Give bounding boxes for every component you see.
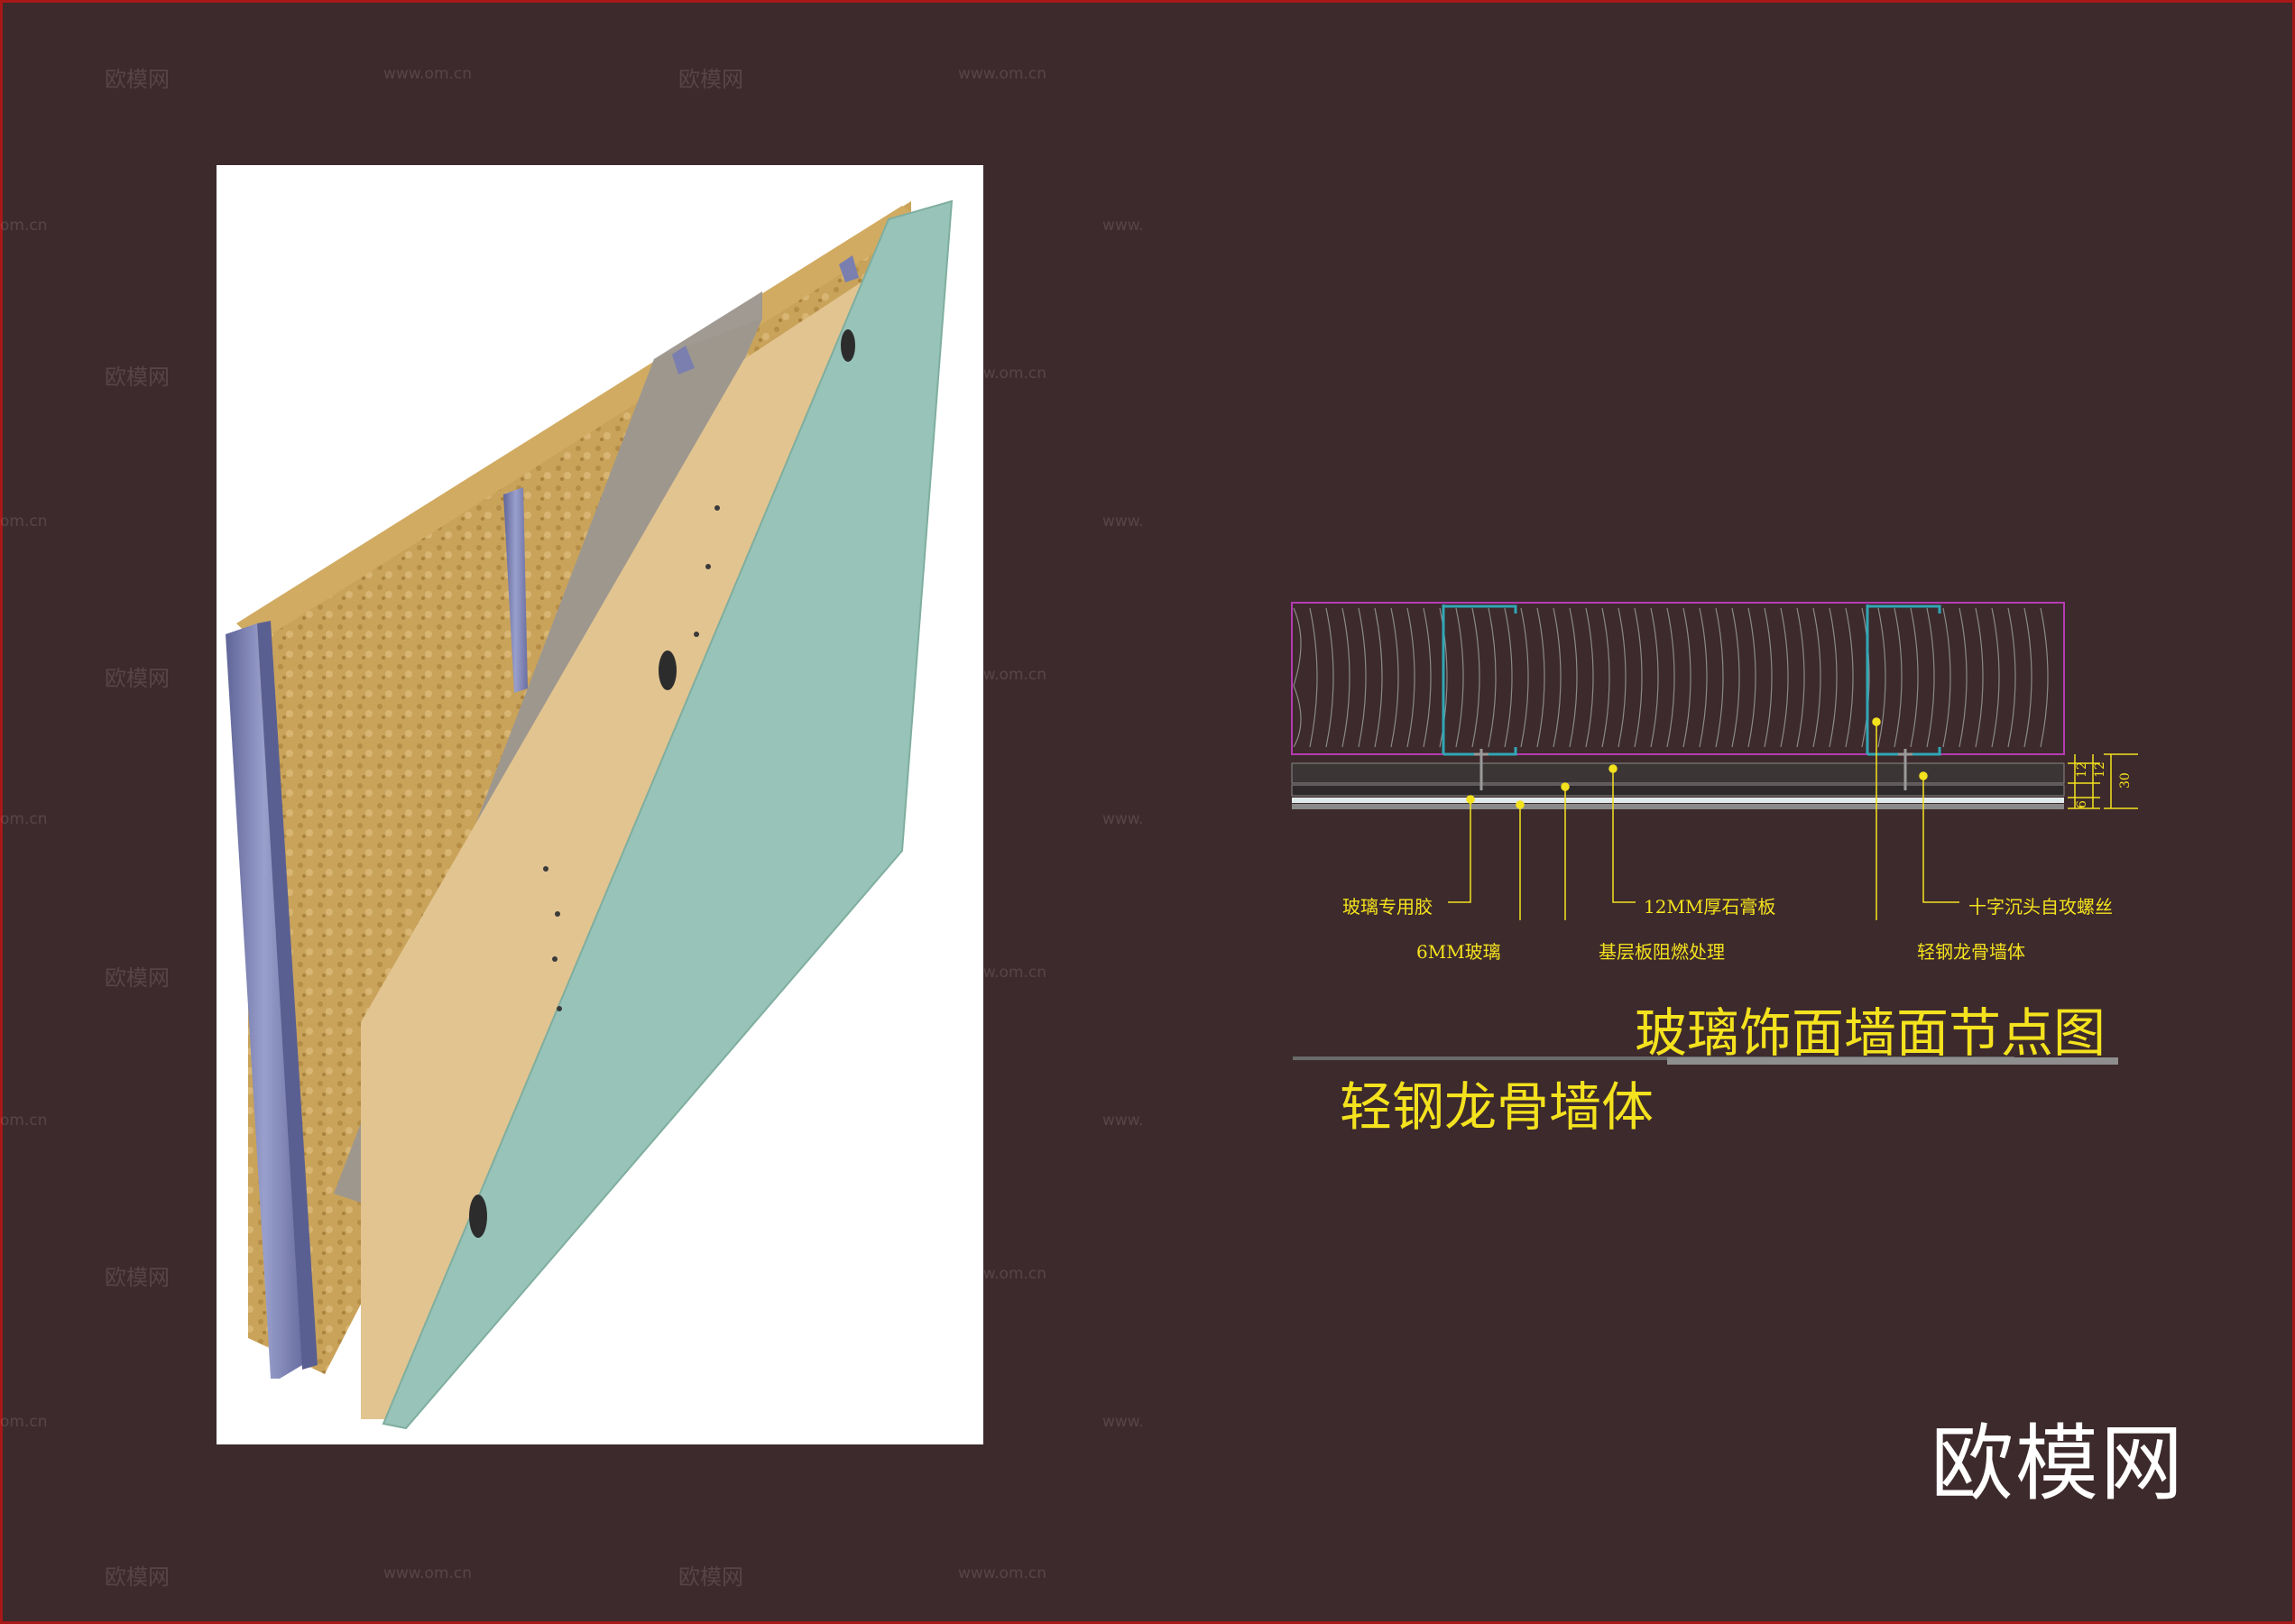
top-border xyxy=(0,0,2295,3)
watermark-url: om.cn xyxy=(0,810,48,828)
dim-12-top: 12 xyxy=(2075,761,2089,778)
watermark-brand: 欧模网 xyxy=(105,67,170,92)
callout-glass-glue: 玻璃专用胶 xyxy=(1342,896,1433,918)
base-board-layer xyxy=(1291,784,2065,797)
watermark-brand: 欧模网 xyxy=(678,1564,743,1590)
callout-glass-6mm: 6MM玻璃 xyxy=(1416,941,1501,963)
watermark-url: www.om.cn xyxy=(383,1564,473,1582)
keel-stud-right xyxy=(1866,604,1941,756)
diagram-title: 玻璃饰面墙面节点图 xyxy=(1635,1002,2106,1064)
callout-leaders xyxy=(1448,717,1959,920)
watermark-url: om.cn xyxy=(0,1413,48,1431)
dim-30: 30 xyxy=(2118,772,2133,789)
watermark-url: om.cn xyxy=(0,512,48,531)
watermark-url: om.cn xyxy=(0,1112,48,1130)
watermark-url: www. xyxy=(1102,1413,1144,1431)
watermark-brand: 欧模网 xyxy=(105,364,170,390)
wall-layers-illustration xyxy=(226,199,954,1430)
watermark-url: www. xyxy=(1102,512,1144,531)
callout-keel-wall: 轻钢龙骨墙体 xyxy=(1917,941,2025,963)
watermark-url: www. xyxy=(1102,810,1144,828)
watermark-brand: 欧模网 xyxy=(105,1564,170,1590)
plywood-knot xyxy=(841,329,855,362)
watermark-brand: 欧模网 xyxy=(105,1265,170,1290)
keel-outline xyxy=(1291,602,2065,755)
gypsum-layer xyxy=(1291,762,2065,784)
diagram-subtitle: 轻钢龙骨墙体 xyxy=(1340,1076,1654,1138)
watermark-url: www.om.cn xyxy=(958,1564,1047,1582)
detail-section-drawing: 12 12 6 30 xyxy=(1291,602,2138,920)
plywood-knot xyxy=(469,1195,487,1238)
dim-6: 6 xyxy=(2075,800,2089,808)
watermark-url: www. xyxy=(1102,1112,1144,1130)
callout-gypsum-12mm: 12MM厚石膏板 xyxy=(1644,896,1776,918)
callout-base-fireproof: 基层板阻燃处理 xyxy=(1599,941,1725,963)
insulation-waves xyxy=(1293,607,2049,748)
wall-3d-render xyxy=(217,165,983,1444)
callout-screw: 十字沉头自攻螺丝 xyxy=(1968,896,2113,918)
glass-layer xyxy=(1292,798,2064,803)
dim-12-mid: 12 xyxy=(2093,761,2107,778)
title-rule-accent xyxy=(1667,1057,2118,1065)
watermark-url: www.om.cn xyxy=(383,65,473,83)
watermark-brand: 欧模网 xyxy=(678,67,743,92)
watermark-brand: 欧模网 xyxy=(105,965,170,991)
watermark-brand: 欧模网 xyxy=(105,666,170,691)
watermark-url: om.cn xyxy=(0,217,48,235)
watermark-url: www.om.cn xyxy=(958,65,1047,83)
watermark-url: www. xyxy=(1102,217,1144,235)
brand-logo: 欧模网 xyxy=(1931,1416,2186,1512)
plywood-knot xyxy=(659,651,677,690)
glue-layer xyxy=(1292,804,2064,809)
